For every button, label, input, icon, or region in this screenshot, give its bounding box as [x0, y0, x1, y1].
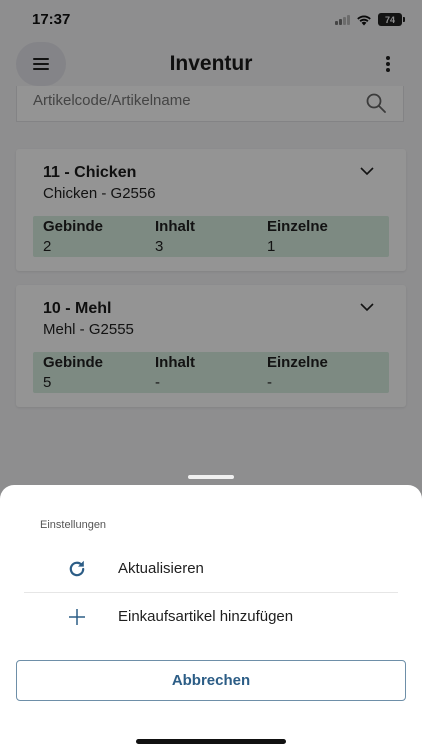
home-indicator[interactable] — [136, 739, 286, 744]
divider — [24, 592, 398, 593]
plus-icon — [66, 606, 88, 628]
action-label: Einkaufsartikel hinzufügen — [118, 608, 294, 625]
refresh-action[interactable]: Aktualisieren — [24, 546, 398, 592]
sheet-title: Einstellungen — [40, 519, 107, 531]
refresh-icon — [66, 558, 88, 580]
action-label: Aktualisieren — [118, 560, 204, 577]
sheet-drag-handle[interactable] — [188, 475, 234, 479]
bottom-sheet: Einstellungen Aktualisieren Einkaufsarti… — [0, 485, 422, 750]
add-purchase-item-action[interactable]: Einkaufsartikel hinzufügen — [24, 594, 398, 640]
cancel-button[interactable]: Abbrechen — [16, 660, 406, 701]
